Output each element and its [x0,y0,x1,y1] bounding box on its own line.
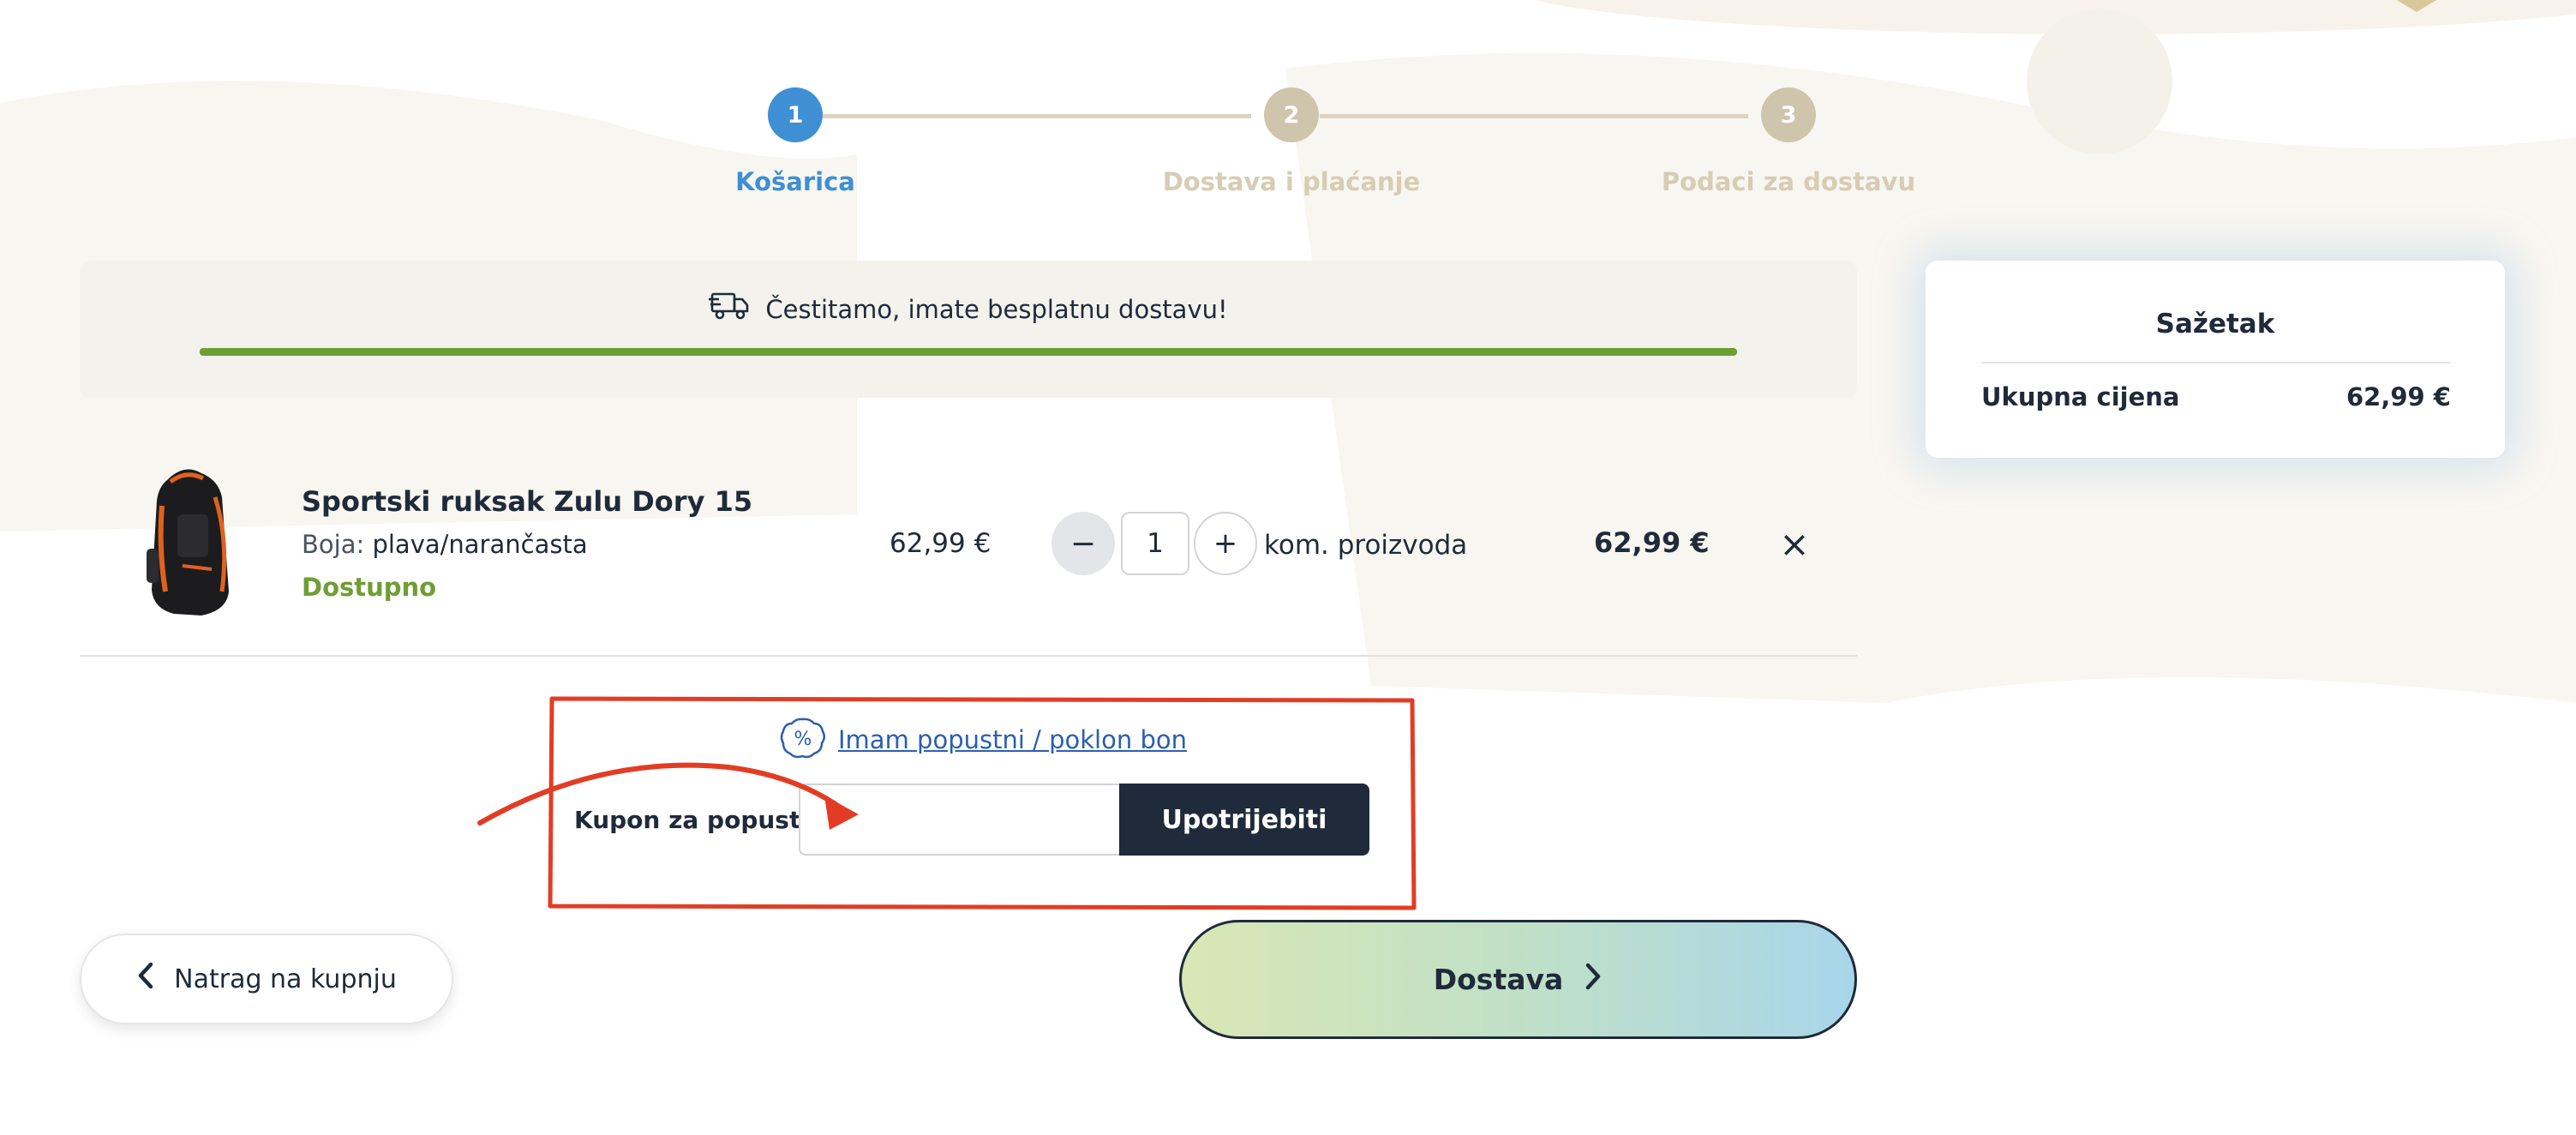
item-total: 62,99 € [1594,526,1710,559]
product-name[interactable]: Sportski ruksak Zulu Dory 15 [302,485,752,518]
shipping-progress-bar [200,348,1737,356]
delivery-next-button[interactable]: Dostava [1179,920,1857,1039]
step-2-label[interactable]: Dostava i plaćanje [1069,167,1514,196]
summary-total-label: Ukupna cijena [1981,382,2180,411]
unit-price: 62,99 € [890,528,991,559]
coupon-label-text: Kupon za popust [574,806,801,834]
availability-status: Dostupno [302,573,437,602]
step-1-circle[interactable]: 1 [768,87,823,142]
step-3-circle[interactable]: 3 [1761,87,1816,142]
chevron-left-icon [136,962,155,996]
step-connector [823,114,1251,118]
product-image[interactable] [133,463,249,617]
shipping-progress-fill [200,348,1737,356]
coupon-toggle-link[interactable]: % Imam popustni / poklon bon [780,717,1187,763]
product-color: Boja: plava/narančasta [302,530,588,559]
back-to-shopping-button[interactable]: Natrag na kupnju [80,934,453,1024]
chevron-right-icon [1584,963,1603,997]
cart-divider [80,655,1857,657]
summary-total-value: 62,99 € [2345,382,2451,411]
summary-title: Sažetak [2155,309,2275,339]
order-summary-card: Sažetak Ukupna cijena 62,99 € [1926,261,2505,458]
next-button-label: Dostava [1433,963,1564,996]
quantity-decrease-button[interactable]: − [1051,512,1115,575]
free-shipping-banner [80,261,1857,398]
step-connector [1320,114,1748,118]
step-3-label[interactable]: Podaci za dostavu [1566,167,2011,196]
truck-icon [709,291,750,327]
back-button-label: Natrag na kupnju [174,964,397,994]
coupon-label: Kupon za popust: [574,806,811,834]
quantity-input[interactable]: 1 [1121,512,1189,575]
product-color-label: Boja: [302,530,365,559]
quantity-increase-button[interactable]: + [1194,512,1257,575]
apply-coupon-button[interactable]: Upotrijebiti [1119,784,1369,856]
step-2-circle[interactable]: 2 [1264,87,1319,142]
remove-item-icon[interactable]: × [1777,523,1812,566]
discount-icon: % [780,717,826,763]
shipping-message-text: Čestitamo, imate besplatnu dostavu! [765,294,1228,324]
coupon-input[interactable] [799,784,1121,856]
coupon-link-text[interactable]: Imam popustni / poklon bon [838,725,1187,754]
step-1-label[interactable]: Košarica [572,167,1018,196]
product-color-value: plava/narančasta [372,530,588,559]
shipping-message: Čestitamo, imate besplatnu dostavu! [80,291,1857,327]
discount-icon-glyph: % [794,729,812,750]
quantity-unit: kom. proizvoda [1264,530,1468,561]
checkout-page: 1 2 3 Košarica Dostava i plaćanje Podaci… [0,0,2576,1135]
summary-divider [1981,362,2451,363]
